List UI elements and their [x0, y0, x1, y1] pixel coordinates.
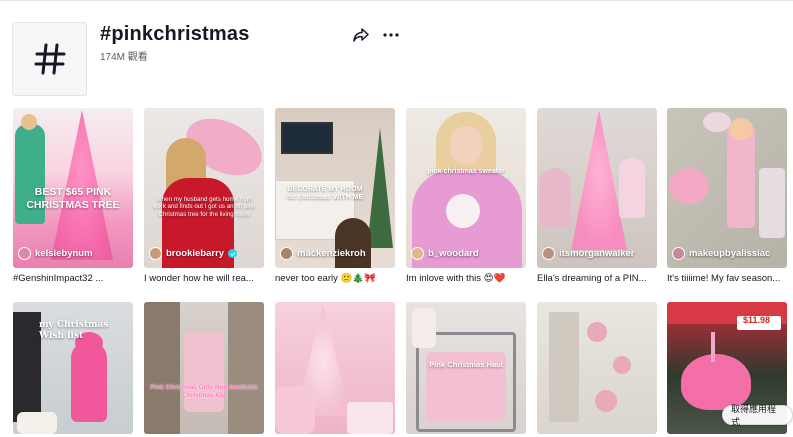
video-card[interactable]: DECORATE MY ROOM for christmas WITH ME m… [275, 108, 395, 284]
video-thumbnail[interactable] [275, 302, 395, 434]
avatar [18, 247, 31, 260]
video-thumbnail[interactable]: Pink Christmas Haul [406, 302, 526, 434]
verified-badge-icon [228, 249, 238, 258]
video-thumbnail[interactable]: When my husband gets home from work and … [144, 108, 264, 268]
page-title: #pinkchristmas [100, 23, 250, 45]
video-card[interactable]: itsmorganwalker Ella's dreaming of a PIN… [537, 108, 657, 284]
video-overlay-text: pink christmas sweater [427, 168, 505, 175]
video-card[interactable]: pink christmas sweater b_woodard Im inlo… [406, 108, 526, 284]
price-tag: $11.98 [743, 315, 771, 325]
video-card[interactable] [275, 302, 395, 434]
avatar [672, 247, 685, 260]
author-name: itsmorganwalker [559, 248, 635, 259]
video-thumbnail[interactable]: Pink Christmas Girly Non Aesthetic Chris… [144, 302, 264, 434]
author-name: makeupbyalissiac [689, 248, 771, 259]
more-icon[interactable] [382, 26, 400, 44]
header-actions [352, 26, 400, 44]
video-caption: Ella's dreaming of a PIN... [537, 273, 647, 284]
video-thumbnail[interactable]: makeupbyalissiac [667, 108, 787, 268]
video-overlay-text: Pink Christmas Girly Non Aesthetic Chris… [150, 384, 258, 399]
video-author: b_woodard [411, 247, 479, 260]
video-thumbnail[interactable]: itsmorganwalker [537, 108, 657, 268]
video-caption: Im inlove with this 😍❤️ [406, 273, 506, 284]
share-icon[interactable] [352, 26, 370, 44]
video-card[interactable]: Pink Christmas Girly Non Aesthetic Chris… [144, 302, 264, 434]
video-author: mackenziekroh [280, 247, 366, 260]
video-thumbnail[interactable]: pink christmas sweater b_woodard [406, 108, 526, 268]
top-divider [0, 0, 793, 1]
video-overlay-text: BEST $65 PINK CHRISTMAS TREE [26, 186, 120, 211]
avatar [411, 247, 424, 260]
video-overlay-text: Pink Christmas Haul [429, 360, 503, 369]
video-author: makeupbyalissiac [672, 247, 770, 260]
avatar [542, 247, 555, 260]
video-author: kelsiebynum [18, 247, 93, 260]
video-card[interactable]: BEST $65 PINK CHRISTMAS TREE kelsiebynum… [13, 108, 133, 284]
avatar [280, 247, 293, 260]
video-card[interactable]: When my husband gets home from work and … [144, 108, 264, 284]
video-overlay-text: my Christmas Wish list [39, 320, 109, 341]
hashtag-icon [12, 22, 87, 96]
video-card[interactable]: my Christmas Wish list [13, 302, 133, 434]
hashtag-header: #pinkchristmas 174M 觀看 [12, 20, 782, 98]
video-author: itsmorganwalker [542, 247, 635, 260]
video-overlay-text: When my husband gets home from work and … [152, 196, 256, 218]
video-caption: never too early 🙂🎄🎀 [275, 273, 376, 284]
video-card[interactable]: makeupbyalissiac It's tiiiime! My fav se… [667, 108, 787, 284]
view-count: 174M 觀看 [100, 52, 148, 63]
video-card[interactable]: Pink Christmas Haul [406, 302, 526, 434]
video-overlay-text: DECORATE MY ROOM for christmas WITH ME [286, 186, 364, 202]
author-name: b_woodard [428, 248, 479, 259]
video-thumbnail[interactable]: my Christmas Wish list [13, 302, 133, 434]
video-caption: I wonder how he will rea... [144, 273, 254, 284]
avatar [149, 247, 162, 260]
author-name: kelsiebynum [35, 248, 93, 259]
author-name: mackenziekroh [297, 248, 366, 259]
video-card[interactable] [537, 302, 657, 434]
video-caption: #GenshinImpact32 ... [13, 273, 104, 284]
video-thumbnail[interactable]: DECORATE MY ROOM for christmas WITH ME m… [275, 108, 395, 268]
get-app-button[interactable]: 取得應用程式 [722, 404, 793, 427]
video-author: brookiebarry [149, 247, 238, 260]
video-thumbnail[interactable] [537, 302, 657, 434]
video-caption: It's tiiiime! My fav season... [667, 273, 781, 284]
video-thumbnail[interactable]: BEST $65 PINK CHRISTMAS TREE kelsiebynum [13, 108, 133, 268]
author-name: brookiebarry [166, 248, 225, 259]
